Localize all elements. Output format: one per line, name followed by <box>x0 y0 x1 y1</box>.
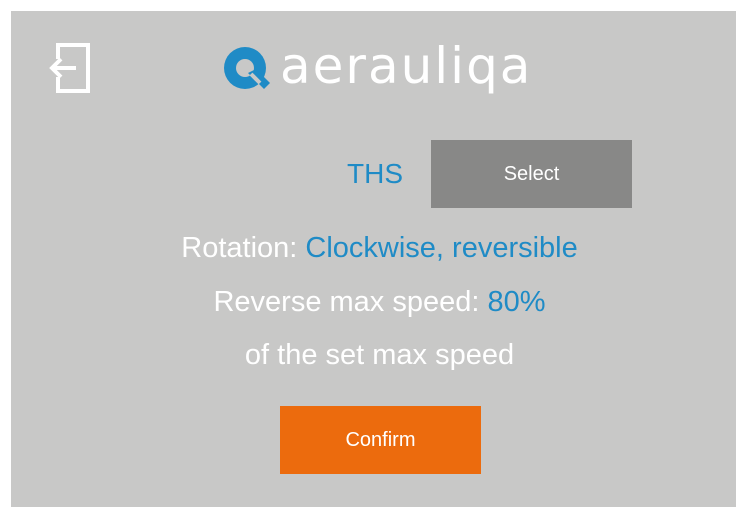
confirm-button[interactable]: Confirm <box>280 406 481 474</box>
brand-name: aerauliqa <box>280 37 533 95</box>
reverse-speed-value: 80% <box>487 286 546 318</box>
aerauliqa-logo-icon <box>224 47 270 89</box>
select-button[interactable]: Select <box>431 140 632 208</box>
brand-logo: aerauliqa <box>220 41 550 97</box>
rotation-value: Clockwise, reversible <box>305 232 578 264</box>
selector-label: THS <box>347 158 403 189</box>
main-panel: aerauliqa THS Select Rotation: Clockwise… <box>11 11 736 507</box>
exit-icon[interactable] <box>48 41 94 95</box>
reverse-speed-label: Reverse max speed: <box>213 286 488 318</box>
rotation-line: Rotation: Clockwise, reversible <box>11 230 737 266</box>
reverse-speed-note: of the set max speed <box>244 339 515 371</box>
reverse-speed-line: Reverse max speed: 80% <box>11 284 737 320</box>
rotation-label: Rotation: <box>181 232 306 264</box>
